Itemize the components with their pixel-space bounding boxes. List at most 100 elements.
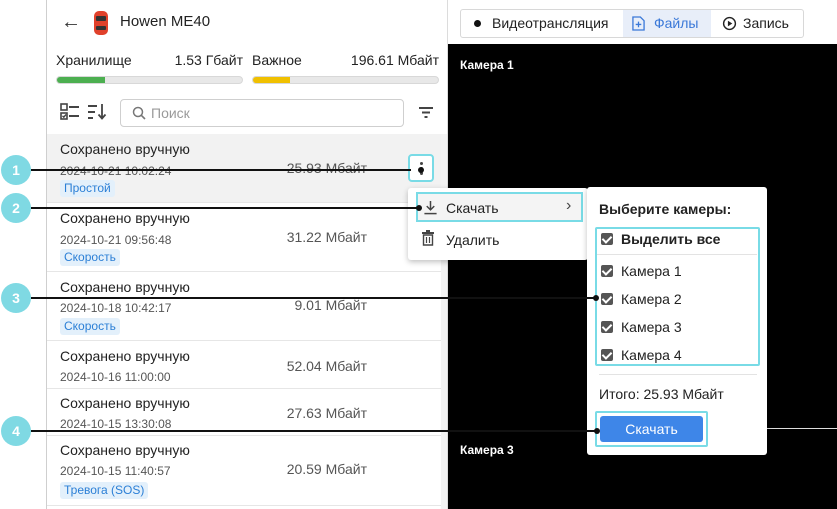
record-title: Сохранено вручную [60,279,190,295]
context-menu: Скачать › Удалить [408,188,588,260]
files-panel: ← Howen ME40 Хранилище 1.53 Гбайт Важное… [46,0,448,509]
storage-label: Хранилище [56,52,132,68]
camera-4-option-label: Камера 4 [621,347,682,363]
checkbox-checked-icon [601,321,613,333]
record-title: Сохранено вручную [60,141,190,157]
download-button[interactable]: Скачать [600,416,703,442]
important-value: 196.61 Мбайт [350,52,439,68]
important-meter: Важное 196.61 Мбайт [252,52,439,92]
callout-1: 1 [1,155,31,185]
record-size: 27.63 Мбайт [286,405,367,421]
table-row[interactable]: Сохранено вручную 2024-10-16 11:00:00 52… [47,341,447,389]
callout-4-line [31,430,597,432]
checkbox-checked-icon [601,349,613,361]
record-date: 2024-10-15 11:40:57 [60,464,171,478]
panel-header: ← Howen ME40 [47,0,447,44]
view-tabs: Видеотрансляция Файлы Запись [460,9,804,38]
chevron-right-icon: › [566,197,572,214]
record-dot-icon [474,20,481,27]
search-box[interactable] [120,99,404,127]
search-icon [132,106,146,120]
menu-item-delete[interactable]: Удалить [408,224,588,256]
record-tag: Тревога (SOS) [60,482,149,499]
play-circle-icon [722,16,737,31]
record-title: Сохранено вручную [60,395,190,411]
checkbox-checked-icon [601,293,613,305]
download-icon [424,200,437,215]
record-size: 31.22 Мбайт [286,229,367,245]
camera-2-option-label: Камера 2 [621,291,682,307]
camera-3-option-label: Камера 3 [621,319,682,335]
camera-checkbox-group: Выделить все Камера 1 Камера 2 Камера 3 … [595,227,760,366]
search-input[interactable] [151,104,391,122]
callout-1-dot [418,167,424,173]
sort-icon[interactable] [87,102,107,122]
filter-icon[interactable] [416,102,436,122]
record-tag: Простой [60,180,115,197]
record-tag: Скорость [60,318,120,335]
tab-record-label: Запись [743,15,789,31]
callout-4: 4 [1,416,31,446]
camera-3-label: Камера 3 [460,443,514,457]
table-row[interactable]: Сохранено вручную 2024-10-18 10:42:17 9.… [47,272,447,341]
storage-bar [56,76,243,84]
record-title: Сохранено вручную [60,210,190,226]
device-title: Howen ME40 [120,13,211,30]
record-size: 20.59 Мбайт [286,461,367,477]
divider [599,374,757,375]
toolbar [47,96,447,132]
divider [597,254,757,255]
trash-icon [422,230,434,246]
callout-3-line [31,297,596,299]
storage-value: 1.53 Гбайт [174,52,243,68]
checkbox-checked-icon [601,233,613,245]
download-button-highlight: Скачать [595,411,708,447]
back-arrow-icon[interactable]: ← [61,12,81,32]
record-tag: Скорость [60,249,120,266]
menu-item-download[interactable]: Скачать › [416,192,583,222]
table-row[interactable]: Сохранено вручную 2024-10-21 09:56:48 31… [47,203,447,272]
storage-bar-fill [57,77,106,83]
total-size: Итого: 25.93 Мбайт [599,386,724,402]
dot-icon [420,162,423,165]
tab-files[interactable]: Файлы [623,10,711,37]
record-title: Сохранено вручную [60,348,190,364]
record-date: 2024-10-21 10:02:24 [60,164,172,178]
car-icon [94,11,108,35]
tab-live-label: Видеотрансляция [492,15,609,31]
record-date: 2024-10-21 09:56:48 [60,233,172,247]
record-size: 52.04 Мбайт [286,358,367,374]
tab-files-label: Файлы [654,15,699,31]
view-tabs-bar: Видеотрансляция Файлы Запись [448,0,837,44]
select-all-label: Выделить все [621,231,721,247]
table-row[interactable]: Сохранено вручную 2024-10-15 13:30:08 27… [47,389,447,436]
callout-2-dot [416,205,422,211]
callout-2-line [31,207,419,209]
important-bar-fill [253,77,290,83]
record-size: 25.93 Мбайт [286,160,367,176]
record-date: 2024-10-18 10:42:17 [60,301,172,315]
tab-record[interactable]: Запись [713,10,803,37]
checkbox-checked-icon [601,265,613,277]
menu-item-download-label: Скачать [446,200,499,216]
app-window: ← Howen ME40 Хранилище 1.53 Гбайт Важное… [46,0,837,509]
camera-1-label: Камера 1 [460,58,514,72]
callout-3-dot [593,295,599,301]
important-label: Важное [252,52,302,68]
callout-3: 3 [1,283,31,313]
callout-1-line [31,169,411,171]
menu-item-delete-label: Удалить [446,232,500,248]
storage-meter: Хранилище 1.53 Гбайт [56,52,243,92]
camera-picker-title: Выберите камеры: [599,201,732,217]
camera-1-option-label: Камера 1 [621,263,682,279]
select-list-icon[interactable] [60,102,80,122]
camera-picker: Выберите камеры: Выделить все Камера 1 К… [587,187,767,455]
callout-2: 2 [1,193,31,223]
table-row[interactable]: Сохранено вручную 2024-10-15 11:40:57 20… [47,436,447,506]
important-bar [252,76,439,84]
tab-live[interactable]: Видеотрансляция [461,10,621,37]
record-size: 9.01 Мбайт [294,297,367,313]
record-date: 2024-10-16 11:00:00 [60,370,171,384]
record-date: 2024-10-15 13:30:08 [60,417,172,431]
record-title: Сохранено вручную [60,442,190,458]
